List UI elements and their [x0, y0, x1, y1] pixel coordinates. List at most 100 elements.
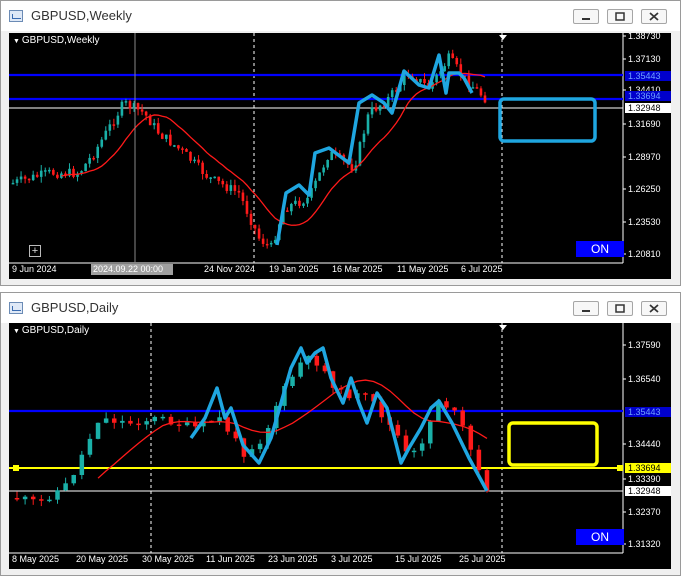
daily-on-button[interactable]: ON [576, 529, 624, 545]
moving-average-line [61, 72, 486, 226]
candle-body [221, 180, 225, 185]
candle-body [428, 421, 433, 444]
candle-body [193, 422, 198, 427]
daily-titlebar[interactable]: GBPUSD,Daily [1, 293, 680, 323]
candle-body [201, 162, 204, 174]
daily-chart-area[interactable]: 1.37590 1.36540 1.34440 1.33390 1.32370 1.313… [9, 323, 671, 569]
minimize-button[interactable] [573, 301, 599, 316]
candle-body [116, 115, 120, 125]
close-button[interactable] [641, 301, 667, 316]
candle-body [241, 192, 245, 202]
minimize-button[interactable] [573, 9, 599, 24]
chart-window-icon [9, 10, 23, 22]
candle-body [419, 443, 425, 451]
candle-body [213, 176, 217, 179]
candle-body [56, 174, 59, 178]
wave-drawing [189, 346, 489, 492]
candle-body [11, 182, 15, 185]
price-label: 1.37590 [628, 340, 661, 350]
candle-body [451, 53, 455, 59]
weekly-chart-window: GBPUSD,Weekly 1.38730 1.37130 1.34410 1.316… [0, 0, 681, 286]
candle-body [19, 176, 23, 180]
candle-body [318, 172, 321, 181]
price-label: 1.23530 [628, 217, 661, 227]
price-label: 1.28970 [628, 152, 661, 162]
weekly-plot[interactable]: 1.387301.371301.344101.316901.289701.262… [9, 33, 671, 279]
weekly-chart-area[interactable]: 1.38730 1.37130 1.34410 1.31690 1.28970 1.262… [9, 33, 671, 279]
candle-body [176, 424, 182, 426]
date-label: 6 Jul 2025 [461, 264, 503, 274]
candle-body [136, 423, 141, 426]
price-tag: 1.32948 [628, 103, 661, 113]
candle-body [269, 242, 273, 245]
date-label: 30 May 2025 [142, 554, 194, 564]
candle-body [362, 133, 366, 143]
date-label: 19 Jan 2025 [269, 264, 319, 274]
date-label: 3 Jul 2025 [331, 554, 373, 564]
close-button[interactable] [641, 9, 667, 24]
candle-body [217, 176, 221, 181]
candle-body [314, 180, 317, 189]
candle-body [88, 157, 91, 164]
candle-body [177, 145, 180, 149]
daily-plot[interactable]: 1.37590 1.36540 1.34440 1.33390 1.32370 1.313… [9, 323, 671, 569]
candle-body [249, 213, 253, 225]
date-label: 9 Jun 2024 [12, 264, 57, 274]
daily-symbol-label: GBPUSD,Daily [13, 325, 89, 336]
candle-body [144, 421, 149, 425]
price-tag: 1.35443 [628, 407, 661, 417]
candle-body [100, 139, 104, 147]
candle-body [290, 203, 293, 212]
daily-window-title: GBPUSD,Daily [31, 300, 119, 315]
candle-body [225, 184, 229, 191]
candle-body [294, 200, 297, 204]
candle-body [435, 74, 438, 83]
candle-body [390, 90, 394, 97]
candle-body [108, 124, 112, 131]
candle-body [189, 151, 192, 161]
candle-body [160, 416, 166, 419]
candle-body [471, 87, 475, 89]
candle-body [84, 163, 87, 172]
candle-body [193, 159, 196, 162]
maximize-icon [615, 304, 625, 313]
zoom-plus-icon[interactable]: + [29, 245, 41, 257]
candle-body [298, 200, 301, 206]
candle-body [452, 407, 457, 411]
wave-drawing [275, 53, 474, 246]
candle-body [31, 174, 35, 181]
price-label: 1.26250 [628, 184, 661, 194]
weekly-on-button[interactable]: ON [576, 241, 624, 257]
price-label: 1.31690 [628, 119, 661, 129]
minimize-icon [582, 18, 590, 20]
candle-body [39, 499, 44, 501]
candle-body [322, 167, 325, 173]
candle-body [52, 169, 55, 175]
candle-body [96, 146, 100, 158]
candle-body [14, 498, 20, 500]
candle-body [350, 164, 354, 171]
candle-body [63, 483, 68, 491]
price-label: 1.20810 [628, 249, 661, 259]
candle-body [358, 142, 362, 166]
candle-body [71, 475, 76, 484]
candle-body [104, 130, 108, 140]
candle-body [103, 418, 109, 423]
candle-body [173, 145, 176, 147]
candle-body [423, 79, 426, 84]
maximize-button[interactable] [607, 301, 633, 316]
candle-body [164, 134, 168, 139]
candle-body [111, 418, 117, 423]
candle-body [286, 210, 289, 212]
candle-body [92, 157, 95, 160]
shift-marker-icon [499, 325, 507, 330]
candle-body [460, 410, 465, 426]
candle-body [128, 101, 132, 109]
weekly-titlebar[interactable]: GBPUSD,Weekly [1, 1, 680, 31]
candle-body [476, 449, 482, 471]
target-box [507, 421, 599, 467]
shift-marker-icon [499, 35, 507, 40]
maximize-icon [615, 12, 625, 21]
maximize-button[interactable] [607, 9, 633, 24]
candle-body [95, 422, 101, 439]
